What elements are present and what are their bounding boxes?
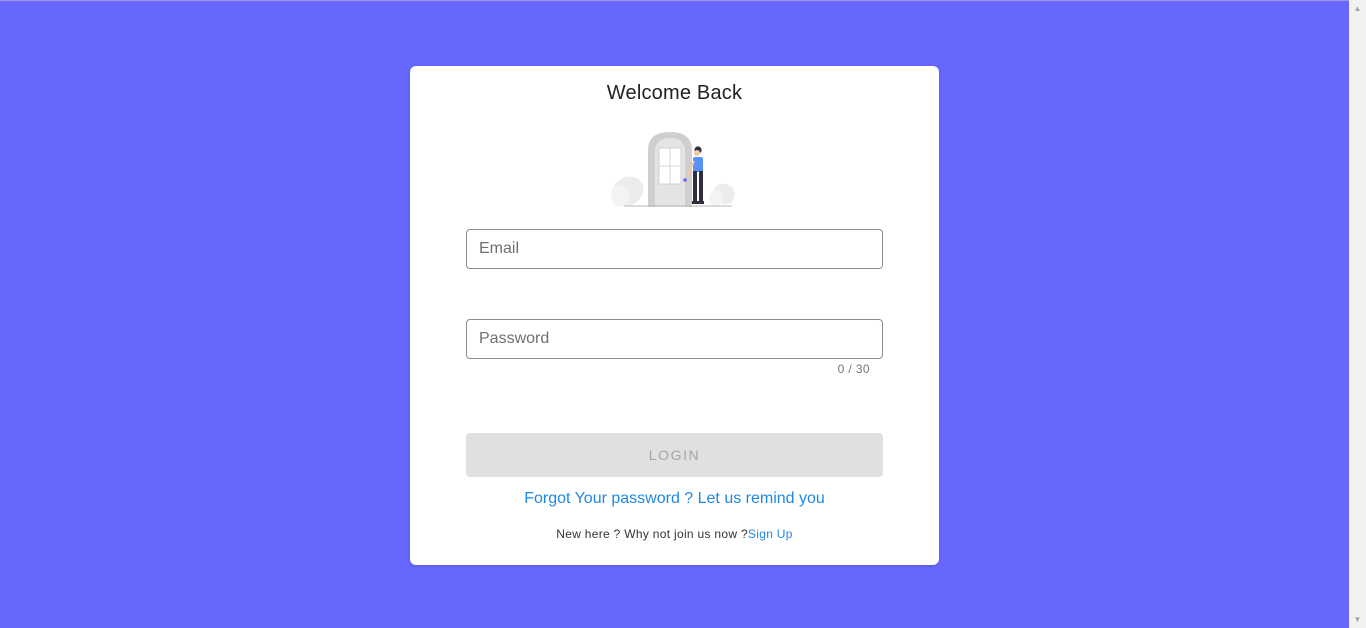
scroll-down-arrow-icon[interactable]: ▼ xyxy=(1349,611,1366,628)
page-background: Welcome Back Email 0 / 30 LOGIN Forgot Y… xyxy=(0,0,1349,628)
page-title: Welcome Back xyxy=(606,82,743,104)
signup-prompt-text: New here ? Why not join us now ? xyxy=(556,527,748,541)
login-button[interactable]: LOGIN xyxy=(466,433,883,477)
person-at-door-illustration xyxy=(610,132,735,207)
password-char-counter: 0 / 30 xyxy=(837,362,870,376)
password-field[interactable] xyxy=(466,319,883,359)
signup-link[interactable]: Sign Up xyxy=(748,527,793,541)
vertical-scrollbar[interactable]: ▲ ▼ xyxy=(1349,0,1366,628)
forgot-password-link[interactable]: Forgot Your password ? Let us remind you xyxy=(410,490,939,508)
scrollbar-track[interactable] xyxy=(1351,17,1364,611)
password-input[interactable] xyxy=(467,320,882,358)
login-card: Welcome Back Email 0 / 30 LOGIN Forgot Y… xyxy=(410,66,939,565)
scroll-up-arrow-icon[interactable]: ▲ xyxy=(1349,0,1366,17)
email-field[interactable] xyxy=(466,229,883,269)
signup-prompt: New here ? Why not join us now ?Sign Up xyxy=(410,527,939,541)
email-input[interactable] xyxy=(467,230,882,268)
